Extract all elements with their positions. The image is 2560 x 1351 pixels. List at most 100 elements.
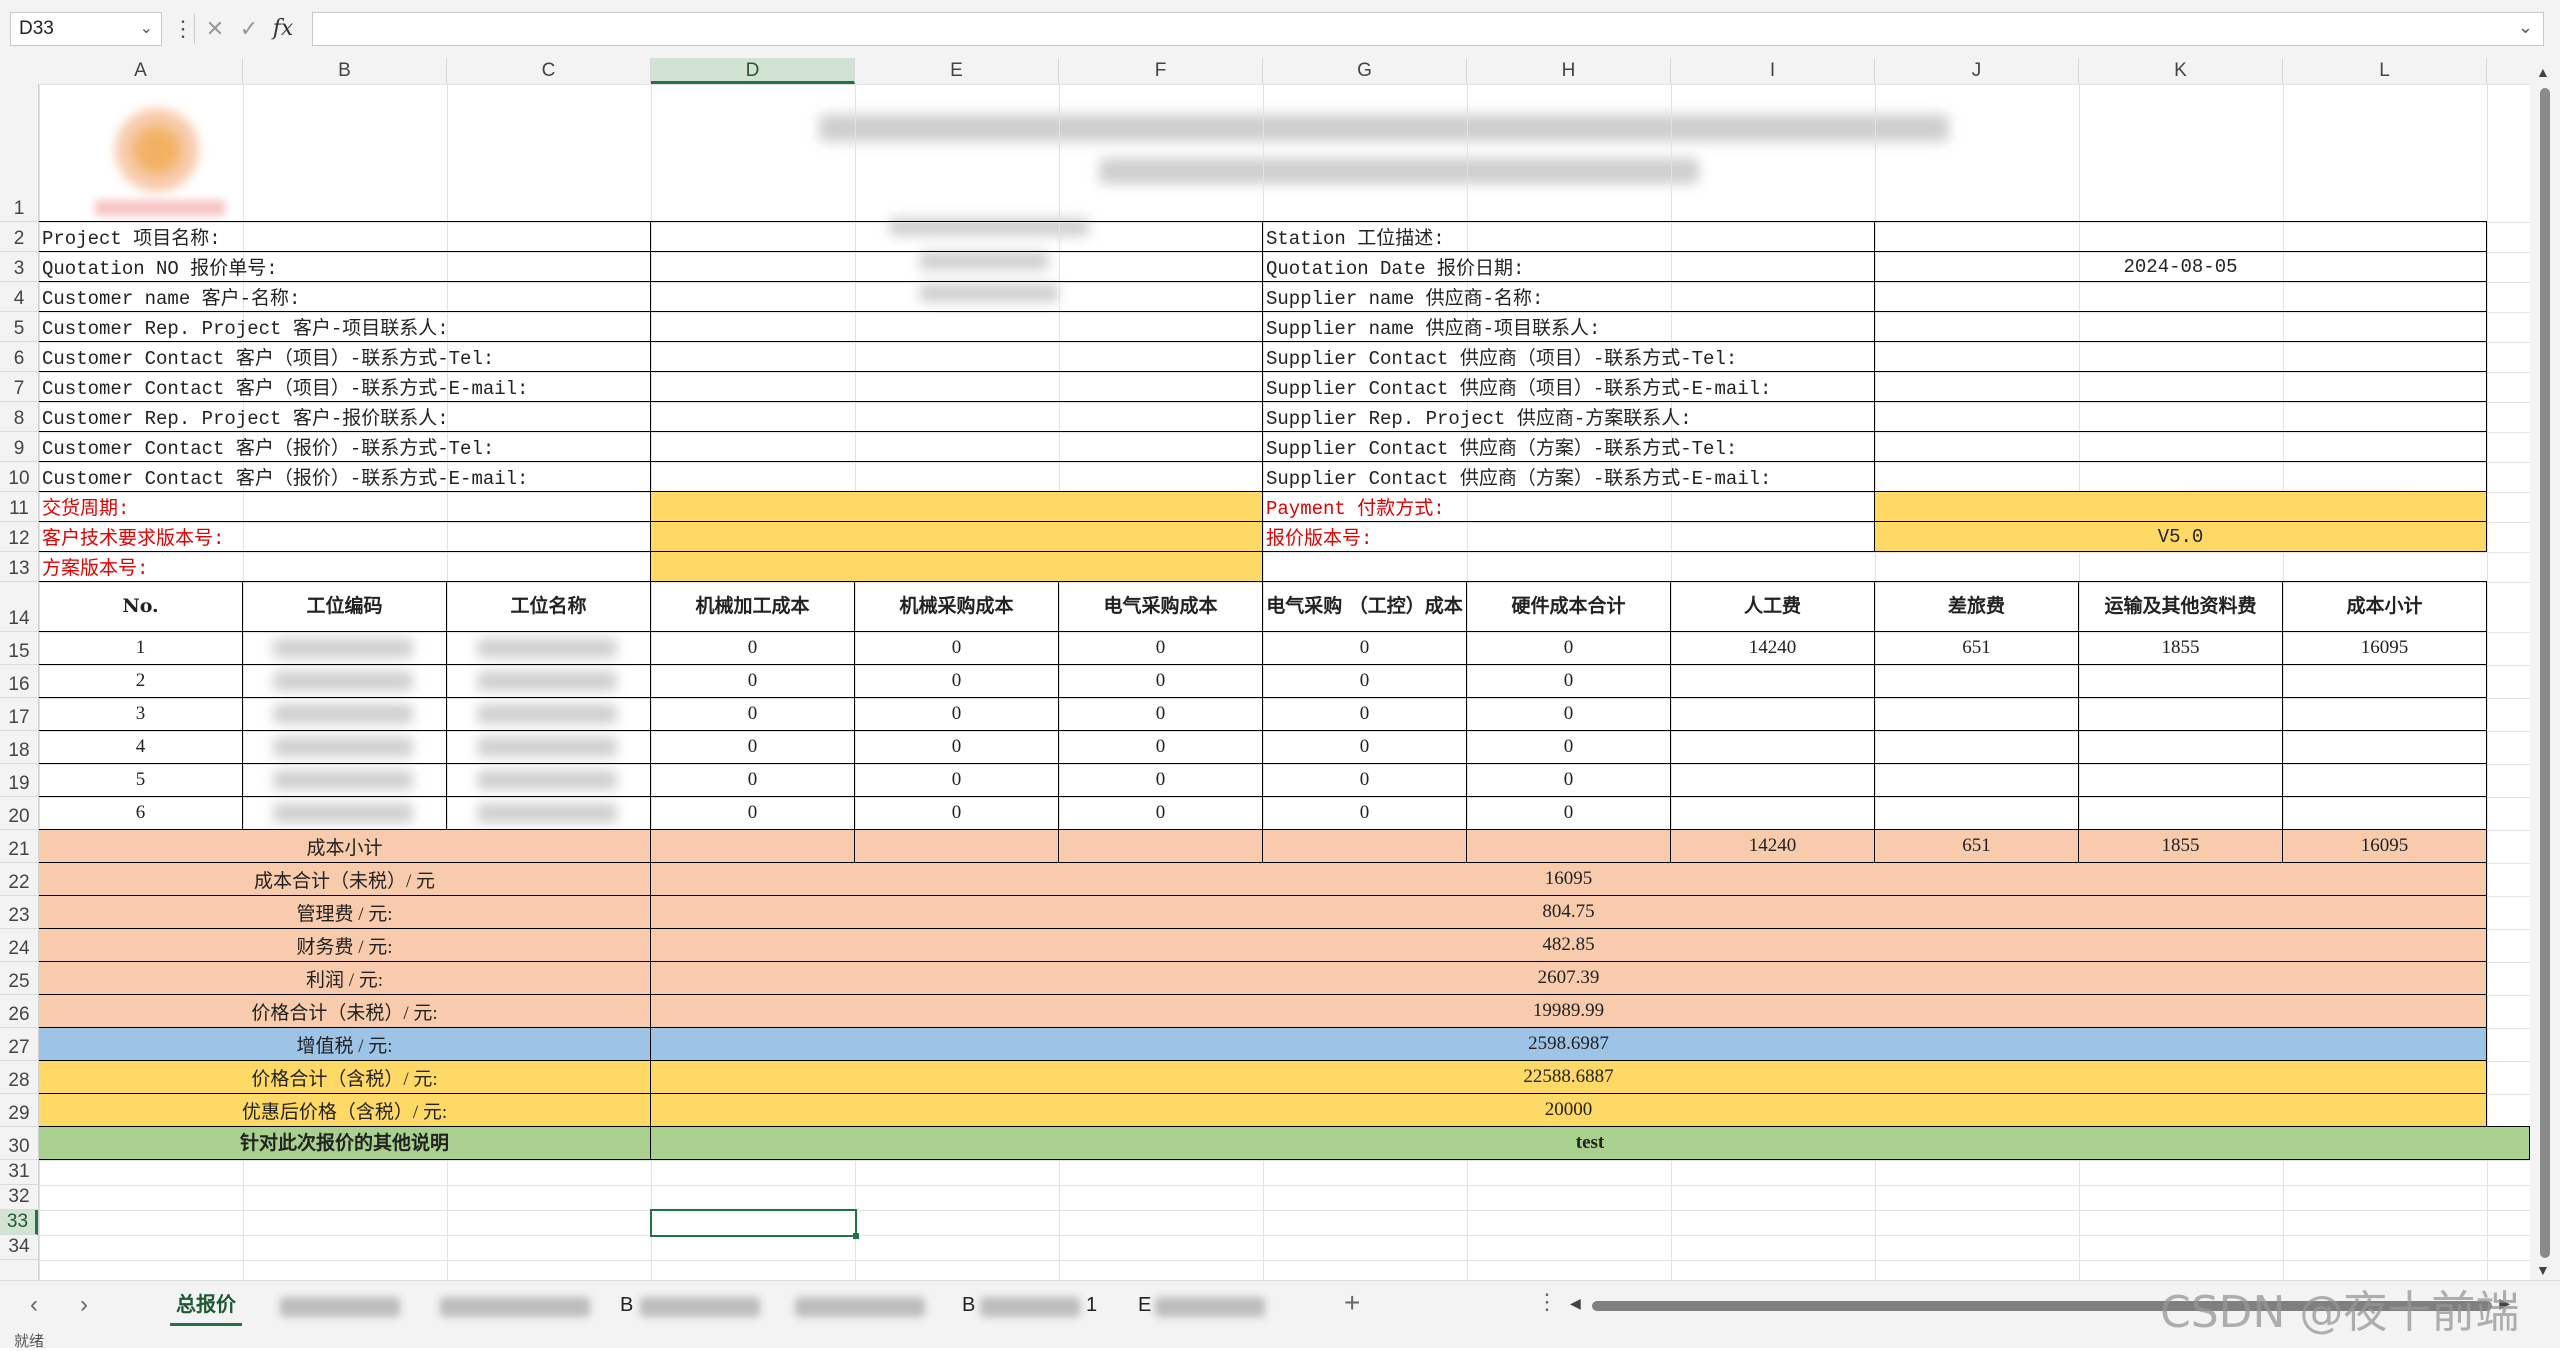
subtotal-transport[interactable]: 1855	[2078, 829, 2283, 863]
summary-value[interactable]: 16095	[650, 862, 2487, 896]
row-header-30[interactable]: 30	[0, 1127, 38, 1160]
column-header-h[interactable]: H	[1467, 58, 1671, 84]
subtotal-total[interactable]: 16095	[2282, 829, 2487, 863]
add-sheet-icon[interactable]: +	[1344, 1287, 1360, 1319]
customer-version-label[interactable]: 客户技术要求版本号:	[39, 521, 651, 552]
info-label-right[interactable]: Supplier name 供应商-名称:	[1262, 281, 1875, 312]
info-label-right[interactable]: Supplier name 供应商-项目联系人:	[1262, 311, 1875, 342]
subtotal-label[interactable]: 成本小计	[39, 829, 651, 863]
payment-label[interactable]: Payment 付款方式:	[1262, 491, 1875, 522]
table-header[interactable]: 运输及其他资料费	[2078, 581, 2283, 632]
row-header-27[interactable]: 27	[0, 1028, 38, 1061]
table-cell[interactable]: 0	[854, 730, 1059, 764]
table-cell[interactable]	[1670, 730, 1875, 764]
delivery-label[interactable]: 交货周期:	[39, 491, 651, 522]
table-cell[interactable]: 1855	[2078, 631, 2283, 665]
summary-label[interactable]: 利润 / 元:	[39, 961, 651, 995]
table-cell[interactable]	[2078, 664, 2283, 698]
row-header-11[interactable]: 11	[0, 492, 38, 522]
table-cell[interactable]	[2282, 664, 2487, 698]
summary-label[interactable]: 优惠后价格（含税）/ 元:	[39, 1093, 651, 1127]
info-value-right[interactable]	[1874, 371, 2487, 402]
info-label-left[interactable]: Quotation NO 报价单号:	[39, 251, 651, 282]
row-header-25[interactable]: 25	[0, 962, 38, 995]
table-cell[interactable]: 5	[39, 763, 243, 797]
sheet-tab-summary[interactable]: 总报价	[170, 1287, 242, 1326]
table-cell[interactable]	[242, 796, 447, 830]
more-icon[interactable]: ⋮	[172, 12, 194, 46]
row-header-15[interactable]: 15	[0, 632, 38, 665]
table-cell[interactable]	[2282, 763, 2487, 797]
table-header[interactable]: 工位编码	[242, 581, 447, 632]
row-header-3[interactable]: 3	[0, 252, 38, 282]
sheet-grid[interactable]: Project 项目名称: Station 工位描述: Quotation NO 报…	[39, 84, 2530, 1280]
quote-version-label[interactable]: 报价版本号:	[1262, 521, 1875, 552]
table-cell[interactable]: 0	[1262, 763, 1467, 797]
confirm-icon[interactable]: ✓	[234, 12, 264, 46]
table-header[interactable]: 差旅费	[1874, 581, 2079, 632]
info-value-left[interactable]	[650, 311, 1263, 342]
table-cell[interactable]: 0	[1058, 763, 1263, 797]
table-cell[interactable]: 0	[1058, 730, 1263, 764]
subtotal-travel[interactable]: 651	[1874, 829, 2079, 863]
row-header-13[interactable]: 13	[0, 552, 38, 582]
row-header-6[interactable]: 6	[0, 342, 38, 372]
table-cell[interactable]	[1670, 697, 1875, 731]
chevron-down-icon[interactable]: ⌄	[140, 13, 153, 45]
row-header-34[interactable]: 34	[0, 1235, 38, 1260]
table-cell[interactable]	[242, 697, 447, 731]
sheet-tab-blurred[interactable]	[795, 1297, 925, 1317]
row-header-5[interactable]: 5	[0, 312, 38, 342]
table-cell[interactable]	[2282, 697, 2487, 731]
scroll-left-icon[interactable]: ◀	[1570, 1295, 1581, 1312]
info-value-right[interactable]	[1874, 461, 2487, 492]
column-header-f[interactable]: F	[1059, 58, 1263, 84]
info-label-right[interactable]: Supplier Rep. Project 供应商-方案联系人:	[1262, 401, 1875, 432]
table-cell[interactable]: 0	[1466, 763, 1671, 797]
row-header-10[interactable]: 10	[0, 462, 38, 492]
table-header[interactable]: 工位名称	[446, 581, 651, 632]
info-label-left[interactable]: Customer name 客户-名称:	[39, 281, 651, 312]
sheet-tab-blurred[interactable]	[440, 1297, 590, 1317]
sheet-tab-blurred[interactable]	[640, 1297, 760, 1317]
table-cell[interactable]: 0	[1466, 664, 1671, 698]
row-header-14[interactable]: 14	[0, 582, 38, 632]
customer-version-value[interactable]	[650, 521, 1263, 552]
table-cell[interactable]	[1874, 730, 2079, 764]
row-header-29[interactable]: 29	[0, 1094, 38, 1127]
scroll-thumb[interactable]	[2540, 88, 2550, 1258]
table-cell[interactable]	[242, 730, 447, 764]
row-header-1[interactable]: 1	[0, 84, 38, 222]
sheet-tab-b3[interactable]: 1	[1080, 1287, 1103, 1323]
table-cell[interactable]	[1670, 796, 1875, 830]
row-header-2[interactable]: 2	[0, 222, 38, 252]
table-cell[interactable]	[446, 664, 651, 698]
row-header-9[interactable]: 9	[0, 432, 38, 462]
column-header-b[interactable]: B	[243, 58, 447, 84]
info-value-left[interactable]	[650, 371, 1263, 402]
table-cell[interactable]	[446, 697, 651, 731]
column-header-d[interactable]: D	[651, 58, 855, 84]
next-sheet-icon[interactable]: ›	[80, 1291, 88, 1319]
row-header-7[interactable]: 7	[0, 372, 38, 402]
plan-version-value[interactable]	[650, 551, 1263, 582]
quote-version-value[interactable]: V5.0	[1874, 521, 2487, 552]
table-cell[interactable]: 0	[854, 763, 1059, 797]
info-label-left[interactable]: Customer Rep. Project 客户-项目联系人:	[39, 311, 651, 342]
info-value-right[interactable]	[1874, 431, 2487, 462]
table-cell[interactable]: 0	[1466, 697, 1671, 731]
table-cell[interactable]: 1	[39, 631, 243, 665]
table-cell[interactable]	[1874, 763, 2079, 797]
row-header-28[interactable]: 28	[0, 1061, 38, 1094]
info-value-right[interactable]	[1874, 221, 2487, 252]
row-header-17[interactable]: 17	[0, 698, 38, 731]
row-header-16[interactable]: 16	[0, 665, 38, 698]
scroll-down-icon[interactable]: ▼	[2536, 1262, 2550, 1278]
row-header-8[interactable]: 8	[0, 402, 38, 432]
table-cell[interactable]: 0	[650, 697, 855, 731]
prev-sheet-icon[interactable]: ‹	[30, 1291, 38, 1319]
info-value-left[interactable]	[650, 251, 1263, 282]
row-header-33[interactable]: 33	[0, 1210, 38, 1235]
table-cell[interactable]: 4	[39, 730, 243, 764]
table-cell[interactable]	[2282, 796, 2487, 830]
